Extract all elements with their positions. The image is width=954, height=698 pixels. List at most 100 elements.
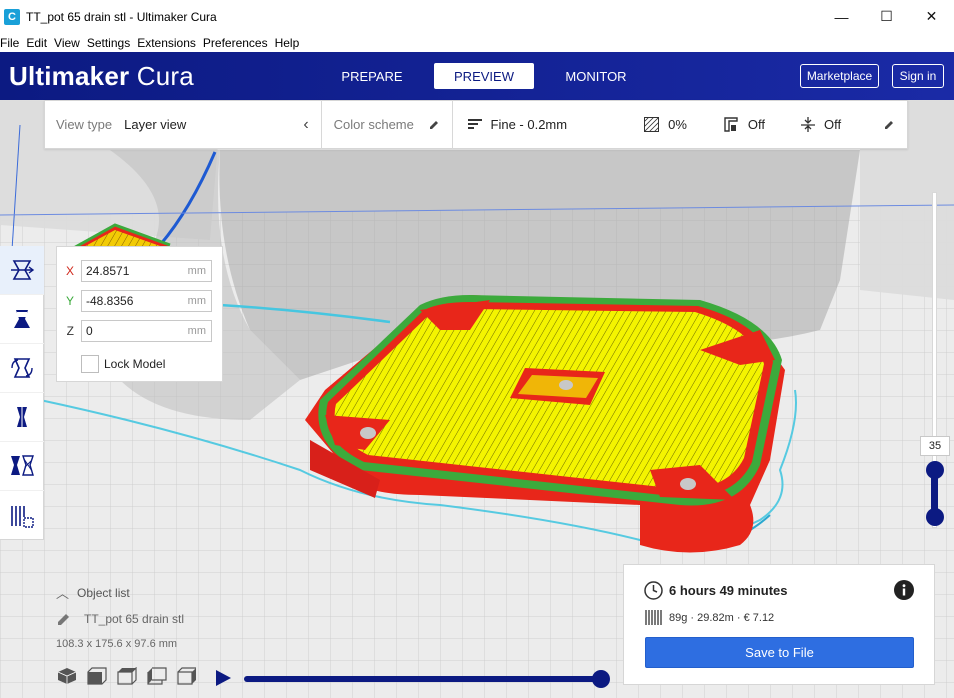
sign-in-button[interactable]: Sign in (892, 64, 944, 88)
scale-tool-button[interactable] (0, 295, 44, 344)
move-tool-button[interactable] (0, 246, 44, 295)
per-model-settings-icon (11, 455, 34, 476)
rotate-tool-button[interactable] (0, 344, 44, 393)
filament-spool-icon (645, 610, 662, 625)
camera-view-buttons (57, 667, 207, 685)
simulation-slider-track[interactable] (244, 676, 602, 682)
menu-preferences[interactable]: Preferences (203, 36, 272, 50)
y-coordinate-field[interactable]: -48.8356 mm (81, 290, 212, 312)
x-coordinate-field[interactable]: 24.8571 mm (81, 260, 212, 282)
window-title: TT_pot 65 drain stl - Ultimaker Cura (26, 9, 217, 24)
layer-number-field[interactable]: 35 (920, 436, 950, 456)
y-axis-label: Y (65, 294, 74, 308)
lock-model-row: Lock Model (81, 355, 165, 373)
adhesion-icon (801, 117, 815, 132)
scale-icon (14, 310, 30, 328)
menu-bar: File Edit View Settings Extensions Prefe… (0, 33, 954, 52)
menu-view[interactable]: View (54, 36, 84, 50)
move-tool-panel: X 24.8571 mm Y -48.8356 mm Z 0 mm Lock M… (56, 246, 223, 382)
view-type-value: Layer view (124, 117, 187, 132)
clock-icon (644, 581, 663, 600)
menu-help[interactable]: Help (275, 36, 304, 50)
infill-icon (644, 117, 660, 132)
info-icon[interactable] (894, 580, 914, 600)
view-type-label: View type (56, 117, 113, 132)
per-model-settings-button[interactable] (0, 442, 44, 491)
front-view-icon[interactable] (87, 667, 107, 685)
play-icon[interactable] (214, 669, 232, 687)
view-settings-toolbar: View type Layer view ‹ Color scheme Fine… (44, 100, 908, 149)
lock-model-checkbox[interactable] (81, 355, 99, 373)
cura-header: Ultimaker Cura PREPARE PREVIEW MONITOR M… (0, 52, 954, 100)
x-coordinate-row: X 24.8571 mm (57, 260, 224, 282)
x-axis-label: X (65, 264, 74, 278)
transform-toolbar (0, 246, 44, 540)
y-coordinate-row: Y -48.8356 mm (57, 290, 224, 312)
tab-monitor[interactable]: MONITOR (546, 63, 646, 89)
rotate-icon (11, 358, 33, 378)
pencil-icon (429, 119, 440, 130)
marketplace-button[interactable]: Marketplace (800, 64, 879, 88)
object-list-label: Object list (77, 585, 130, 600)
pencil-icon[interactable] (57, 612, 71, 629)
window-controls: — ☐ ✕ (819, 0, 954, 33)
chevron-up-icon: ︿ (56, 586, 70, 601)
chevron-left-icon: ‹ (303, 115, 309, 133)
3d-view-icon[interactable] (57, 667, 77, 685)
minimize-button[interactable]: — (819, 0, 864, 33)
stage-tabs: PREPARE PREVIEW MONITOR (322, 63, 658, 89)
support-value: Off (747, 117, 765, 132)
z-coordinate-field[interactable]: 0 mm (81, 320, 212, 342)
menu-settings[interactable]: Settings (87, 36, 134, 50)
brand-product: Cura (136, 61, 194, 91)
brand-logo: Ultimaker Cura (9, 61, 194, 92)
view-type-selector[interactable]: View type Layer view ‹ (45, 100, 322, 149)
support-blocker-icon (11, 505, 34, 528)
maximize-button[interactable]: ☐ (864, 0, 909, 33)
print-settings-selector[interactable]: Fine - 0.2mm 0% Off Off (453, 100, 907, 149)
top-view-icon[interactable] (117, 667, 137, 685)
profile-icon (467, 118, 482, 131)
mirror-tool-button[interactable] (0, 393, 44, 442)
simulation-slider-handle[interactable] (592, 670, 610, 688)
cura-app-icon: C (4, 8, 20, 25)
z-unit: mm (187, 325, 206, 337)
layer-slider-upper-handle[interactable] (926, 461, 944, 479)
z-axis-label: Z (66, 324, 74, 338)
print-material-cost: 89g · 29.82m · € 7.12 (669, 612, 775, 624)
object-list-toggle[interactable]: ︿ Object list (56, 583, 130, 602)
lock-model-label: Lock Model (104, 357, 166, 371)
y-unit: mm (187, 295, 206, 307)
menu-edit[interactable]: Edit (26, 36, 51, 50)
print-time: 6 hours 49 minutes (669, 583, 788, 598)
tab-prepare[interactable]: PREPARE (322, 63, 422, 89)
support-blocker-button[interactable] (0, 491, 44, 540)
save-to-file-button[interactable]: Save to File (645, 637, 914, 668)
object-dimensions: 108.3 x 175.6 x 97.6 mm (56, 638, 178, 650)
z-coordinate-value: 0 (86, 324, 93, 338)
color-scheme-label: Color scheme (333, 117, 414, 132)
menu-extensions[interactable]: Extensions (137, 36, 200, 50)
infill-value: 0% (668, 117, 687, 132)
color-scheme-selector[interactable]: Color scheme (322, 100, 453, 149)
move-icon (11, 260, 35, 280)
profile-value: Fine - 0.2mm (490, 117, 568, 132)
tab-preview[interactable]: PREVIEW (434, 63, 534, 89)
x-unit: mm (187, 265, 206, 277)
left-view-icon[interactable] (147, 667, 167, 685)
support-icon (724, 117, 738, 132)
print-info-panel: 6 hours 49 minutes 89g · 29.82m · € 7.12… (623, 564, 935, 685)
z-coordinate-row: Z 0 mm (57, 320, 224, 342)
right-view-icon[interactable] (177, 667, 197, 685)
layer-slider-lower-handle[interactable] (926, 508, 944, 526)
y-coordinate-value: -48.8356 (86, 294, 134, 308)
edit-settings-pencil-icon[interactable] (884, 119, 895, 130)
mirror-icon (17, 405, 27, 429)
object-name[interactable]: TT_pot 65 drain stl (84, 612, 184, 626)
adhesion-value: Off (824, 117, 842, 132)
object-list-panel: ︿ Object list TT_pot 65 drain stl 108.3 … (56, 583, 184, 651)
brand-name: Ultimaker (9, 61, 130, 91)
menu-file[interactable]: File (0, 36, 23, 50)
close-button[interactable]: ✕ (909, 0, 954, 33)
x-coordinate-value: 24.8571 (86, 264, 130, 278)
